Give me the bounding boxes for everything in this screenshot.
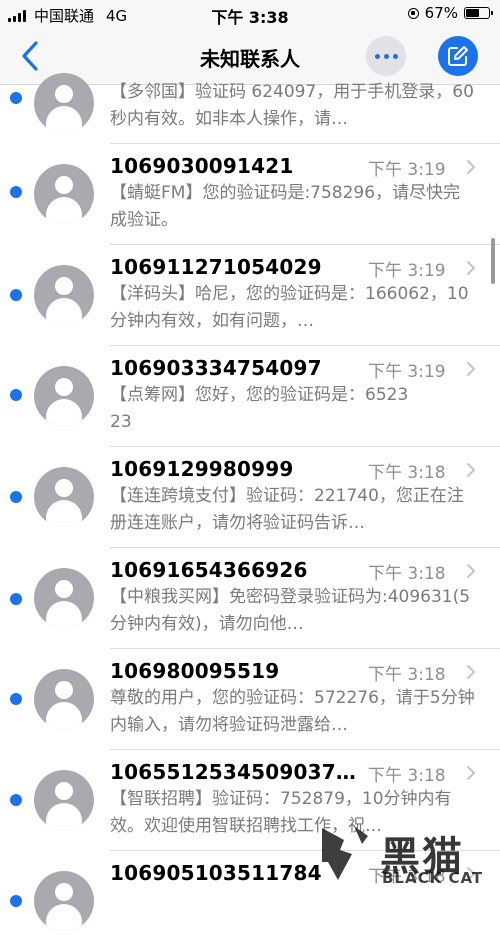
chevron-right-icon xyxy=(467,564,476,578)
avatar xyxy=(34,467,94,527)
message-time: 下午 3:19 xyxy=(368,362,446,382)
avatar xyxy=(34,568,94,628)
message-preview: 【中粮我买网】免密码登录验证码为:409631(5分钟内有效)，请勿向他… xyxy=(110,587,471,634)
battery-percent: 67% xyxy=(424,4,458,22)
message-row[interactable]: 1069129980999 下午 3:18 【连连跨境支付】验证码：221740… xyxy=(0,447,500,548)
watermark: 黑猫 BLACK CAT xyxy=(318,822,500,889)
chevron-right-icon xyxy=(467,463,476,477)
unread-dot xyxy=(10,593,22,605)
message-time: 下午 3:18 xyxy=(368,766,446,786)
watermark-text-en: BLACK CAT xyxy=(382,869,484,887)
chevron-right-icon xyxy=(467,766,476,780)
message-time: 下午 3:18 xyxy=(368,463,446,483)
avatar xyxy=(34,770,94,830)
unread-dot xyxy=(10,186,22,198)
message-time: 下午 3:18 xyxy=(368,665,446,685)
battery-icon xyxy=(464,7,493,19)
message-preview: 【多邻国】验证码 624097，用于手机登录，60 秒内有效。如非本人操作，请… xyxy=(110,82,474,129)
message-row[interactable]: 10691654366926 下午 3:18 【中粮我买网】免密码登录验证码为:… xyxy=(0,548,500,649)
message-preview: 【连连跨境支付】验证码：221740，您正在注册连连账户，请勿将验证码告诉… xyxy=(110,486,464,533)
unread-dot xyxy=(10,92,22,104)
message-sender: 106980095519 xyxy=(110,659,280,683)
avatar xyxy=(34,265,94,325)
message-time: 下午 3:18 xyxy=(368,564,446,584)
avatar xyxy=(34,164,94,224)
message-sender: 1069030091421 xyxy=(110,154,294,178)
avatar xyxy=(34,73,94,133)
message-time: 下午 3:19 xyxy=(368,160,446,180)
message-preview: 【洋码头】哈尼，您的验证码是：166062，10分钟内有效，如有问题，… xyxy=(110,284,469,331)
message-sender: 1069129980999 xyxy=(110,457,294,481)
status-bar: 中国联通 4G 下午 3:38 67% xyxy=(0,0,500,28)
message-row[interactable]: 106903334754097 下午 3:19 【点筹网】您好，您的验证码是：6… xyxy=(0,346,500,447)
chevron-right-icon xyxy=(467,362,476,376)
avatar xyxy=(34,871,94,931)
unread-dot xyxy=(10,491,22,503)
unread-dot xyxy=(10,794,22,806)
avatar xyxy=(34,669,94,729)
message-sender: 106551253450903​7… xyxy=(110,760,357,784)
chevron-right-icon xyxy=(467,160,476,174)
status-right: 67% xyxy=(407,4,493,22)
scrollbar[interactable] xyxy=(491,238,495,284)
message-row[interactable]: 106911271054029 下午 3:19 【洋码头】哈尼，您的验证码是：1… xyxy=(0,245,500,346)
message-row[interactable]: 1069030091421 下午 3:19 【蜻蜓FM】您的验证码是:75829… xyxy=(0,144,500,245)
unread-dot xyxy=(10,389,22,401)
message-preview: 【点筹网】您好，您的验证码是：652323 xyxy=(110,385,409,432)
message-preview: 【蜻蜓FM】您的验证码是:758296，请尽快完成验证。 xyxy=(110,183,461,230)
unread-dot xyxy=(10,289,22,301)
message-sender: 10691654366926 xyxy=(110,558,308,582)
message-preview: 尊敬的用户，您的验证码：572276，请于5分钟内输入，请勿将验证码泄露给… xyxy=(110,688,475,735)
message-sender: 106903334754097 xyxy=(110,356,322,380)
message-time: 下午 3:19 xyxy=(368,261,446,281)
unread-dot xyxy=(10,895,22,907)
message-row[interactable]: 【多邻国】验证码 624097，用于手机登录，60 秒内有效。如非本人操作，请… xyxy=(0,43,500,144)
unread-dot xyxy=(10,693,22,705)
chevron-right-icon xyxy=(467,261,476,275)
message-row[interactable]: 106980095519 下午 3:18 尊敬的用户，您的验证码：572276，… xyxy=(0,649,500,750)
rotation-lock-icon xyxy=(407,7,419,19)
message-sender: 106911271054029 xyxy=(110,255,322,279)
black-cat-logo-icon xyxy=(322,826,368,880)
avatar xyxy=(34,366,94,426)
message-sender: 106905103511784 xyxy=(110,861,322,885)
chevron-right-icon xyxy=(467,665,476,679)
